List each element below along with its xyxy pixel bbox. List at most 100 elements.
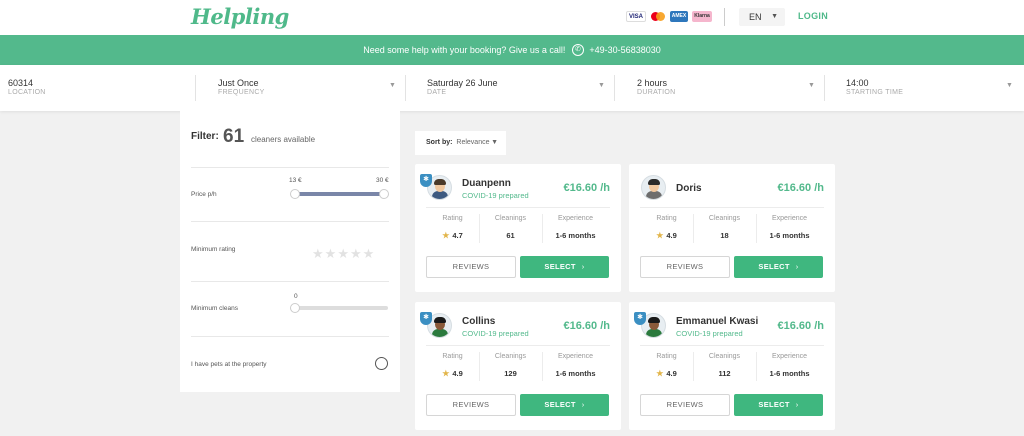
price-slider-fill (294, 192, 386, 196)
hourly-price: €16.60 /h (563, 182, 610, 194)
experience-heading: Experience (557, 215, 594, 222)
rating-heading: Rating (442, 215, 463, 222)
rating-heading: Rating (656, 353, 677, 360)
frequency-label: FREQUENCY (218, 89, 265, 96)
location-field[interactable]: 60314 LOCATION (0, 65, 196, 111)
select-label: SELECT (544, 400, 576, 409)
experience-heading: Experience (557, 353, 594, 360)
experience-value: 1-6 months (555, 231, 596, 240)
chevron-down-icon: ▼ (1006, 82, 1013, 89)
covid-prepared-badge: COVID-19 prepared (676, 329, 743, 338)
minimum-rating-label: Minimum rating (191, 246, 236, 253)
filter-panel: Filter: 61 cleaners available Price p/h … (180, 111, 400, 392)
select-button[interactable]: SELECT › (734, 394, 823, 416)
experience-stat: Experience 1-6 months (759, 215, 820, 240)
star-icon[interactable]: ★ (350, 246, 362, 261)
chevron-right-icon: › (581, 400, 585, 409)
chevron-down-icon: ▼ (598, 82, 605, 89)
covid-prepared-badge: COVID-19 prepared (462, 329, 529, 338)
starting-time-label: STARTING TIME (846, 89, 904, 96)
date-value: Saturday 26 June (427, 78, 498, 88)
stat-divider (756, 352, 757, 381)
cleanings-value: 18 (720, 231, 729, 240)
covid-shield-icon: ✱ (634, 312, 646, 325)
star-icon: ★ (656, 231, 664, 240)
hourly-price: €16.60 /h (777, 320, 824, 332)
chevron-right-icon: › (581, 262, 585, 271)
card-divider (640, 345, 824, 346)
language-selector[interactable]: EN ▼ (739, 8, 785, 26)
rating-heading: Rating (442, 353, 463, 360)
rating-stars[interactable]: ★★★★★ (311, 245, 374, 263)
reviews-button[interactable]: REVIEWS (640, 394, 730, 416)
chevron-down-icon: ▼ (808, 82, 815, 89)
stat-divider (542, 214, 543, 243)
date-field[interactable]: Saturday 26 June DATE ▼ (405, 65, 615, 111)
select-button[interactable]: SELECT › (520, 256, 609, 278)
filter-title: Filter: (191, 131, 219, 142)
select-button[interactable]: SELECT › (520, 394, 609, 416)
price-min-label: 13 € (289, 177, 302, 184)
cleanings-stat: Cleanings 18 (694, 215, 755, 240)
phone-icon: ✆ (571, 43, 584, 56)
help-banner: Need some help with your booking? Give u… (0, 35, 1024, 65)
cleans-handle[interactable] (290, 303, 300, 313)
select-label: SELECT (758, 400, 790, 409)
cleanings-stat: Cleanings 61 (480, 215, 541, 240)
hourly-price: €16.60 /h (563, 320, 610, 332)
minimum-cleans-label: Minimum cleans (191, 305, 238, 312)
star-icon[interactable]: ★ (337, 246, 349, 261)
sort-dropdown[interactable]: Sort by: Relevance ▼ (415, 131, 506, 155)
booking-bar: 60314 LOCATION Just Once FREQUENCY ▼ Sat… (0, 65, 1024, 111)
experience-value: 1-6 months (769, 369, 810, 378)
cleanings-heading: Cleanings (494, 353, 527, 360)
rating-stat: Rating ★ 4.9 (636, 353, 697, 378)
login-link[interactable]: LOGIN (798, 11, 828, 21)
cleanings-stat: Cleanings 129 (480, 353, 541, 378)
experience-stat: Experience 1-6 months (545, 353, 606, 378)
language-value: EN (749, 12, 762, 22)
stat-divider (756, 214, 757, 243)
header-divider (724, 8, 725, 26)
experience-stat: Experience 1-6 months (545, 215, 606, 240)
frequency-field[interactable]: Just Once FREQUENCY ▼ (196, 65, 406, 111)
stat-divider (542, 352, 543, 381)
filter-divider (191, 167, 389, 168)
price-min-handle[interactable] (290, 189, 300, 199)
price-slider-track[interactable] (294, 192, 386, 196)
pets-radio[interactable] (375, 357, 388, 370)
select-label: SELECT (544, 262, 576, 271)
select-label: SELECT (758, 262, 790, 271)
help-phone-number[interactable]: +49-30-56838030 (589, 45, 660, 55)
cleans-slider-track[interactable] (294, 306, 388, 310)
cleaners-available-text: cleaners available (251, 135, 316, 144)
helpling-logo[interactable]: Helpling (191, 4, 289, 29)
cleaner-name: Emmanuel Kwasi (676, 316, 759, 327)
price-max-handle[interactable] (379, 189, 389, 199)
star-icon[interactable]: ★ (363, 246, 375, 261)
caret-down-icon: ▼ (491, 139, 498, 146)
cleanings-heading: Cleanings (708, 215, 741, 222)
star-icon[interactable]: ★ (312, 246, 324, 261)
star-icon: ★ (656, 369, 664, 378)
caret-down-icon: ▼ (771, 13, 778, 20)
rating-value: 4.9 (452, 369, 463, 378)
reviews-button[interactable]: REVIEWS (640, 256, 730, 278)
location-label: LOCATION (8, 89, 46, 96)
location-value: 60314 (8, 78, 34, 88)
select-button[interactable]: SELECT › (734, 256, 823, 278)
cleaner-name: Collins (462, 316, 496, 327)
duration-field[interactable]: 2 hours DURATION ▼ (615, 65, 825, 111)
reviews-button[interactable]: REVIEWS (426, 394, 516, 416)
rating-heading: Rating (656, 215, 677, 222)
starting-time-field[interactable]: 14:00 STARTING TIME ▼ (824, 65, 1024, 111)
price-label: Price p/h (191, 191, 217, 198)
price-max-label: 30 € (376, 177, 389, 184)
covid-prepared-badge: COVID-19 prepared (462, 191, 529, 200)
reviews-button[interactable]: REVIEWS (426, 256, 516, 278)
klarna-logo-icon: Klarna (692, 11, 712, 22)
card-divider (640, 207, 824, 208)
sort-label: Sort by: (426, 139, 453, 146)
star-icon[interactable]: ★ (325, 246, 337, 261)
frequency-value: Just Once (218, 78, 259, 88)
